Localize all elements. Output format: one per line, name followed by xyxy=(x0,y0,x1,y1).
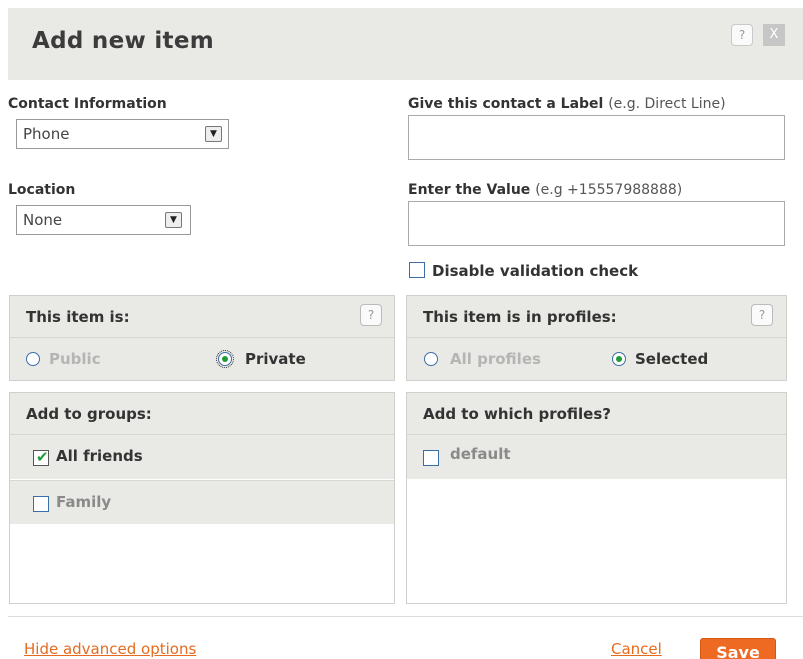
hide-advanced-options-link[interactable]: Hide advanced options xyxy=(24,640,196,658)
contact-info-label: Contact Information xyxy=(8,96,167,112)
label-field-hint: (e.g. Direct Line) xyxy=(608,96,726,112)
close-button[interactable]: X xyxy=(763,24,785,46)
profiles-panel: Add to which profiles? default xyxy=(406,392,787,604)
public-radio[interactable] xyxy=(26,352,40,366)
group-item-family[interactable]: Family xyxy=(10,480,394,524)
disable-validation-label: Disable validation check xyxy=(432,262,639,280)
profiles-scope-options-row: All profiles Selected xyxy=(407,337,786,380)
profiles-scope-help-button[interactable]: ? xyxy=(751,304,773,326)
dropdown-arrow-icon: ▼ xyxy=(165,212,182,228)
group-item-all-friends[interactable]: ✔ All friends xyxy=(10,434,394,479)
all-profiles-radio[interactable] xyxy=(424,352,438,366)
profiles-scope-panel-title: This item is in profiles: xyxy=(423,308,617,326)
default-profile-label: default xyxy=(450,445,511,463)
default-profile-checkbox[interactable] xyxy=(423,450,439,466)
private-radio-label: Private xyxy=(245,350,306,368)
groups-panel-title: Add to groups: xyxy=(26,405,152,423)
location-label: Location xyxy=(8,182,76,198)
disable-validation-checkbox[interactable] xyxy=(409,262,425,278)
label-field-label: Give this contact a Label (e.g. Direct L… xyxy=(408,96,726,112)
visibility-help-button[interactable]: ? xyxy=(360,304,382,326)
value-input[interactable] xyxy=(408,201,785,246)
selected-profiles-radio[interactable] xyxy=(612,352,626,366)
location-select[interactable]: None ▼ xyxy=(16,205,191,235)
footer-divider xyxy=(8,616,803,617)
selected-profiles-radio-label: Selected xyxy=(635,350,709,368)
profiles-panel-title: Add to which profiles? xyxy=(423,405,611,423)
all-friends-label: All friends xyxy=(56,447,143,465)
visibility-panel-title: This item is: xyxy=(26,308,130,326)
profiles-scope-panel: This item is in profiles: ? All profiles… xyxy=(406,295,787,381)
help-button[interactable]: ? xyxy=(731,24,753,46)
profile-item-default[interactable]: default xyxy=(407,434,786,479)
value-field-label: Enter the Value (e.g +15557988888) xyxy=(408,182,682,198)
visibility-panel: This item is: ? Public Private xyxy=(9,295,395,381)
dialog-header: Add new item ? X xyxy=(8,8,803,80)
family-label: Family xyxy=(56,493,112,511)
all-profiles-radio-label: All profiles xyxy=(450,350,541,368)
contact-type-select[interactable]: Phone ▼ xyxy=(16,119,229,149)
all-friends-checkbox[interactable]: ✔ xyxy=(33,448,49,466)
private-radio[interactable] xyxy=(216,350,234,368)
checkmark-icon: ✔ xyxy=(36,448,49,466)
value-field-hint: (e.g +15557988888) xyxy=(535,182,683,198)
value-field-title: Enter the Value xyxy=(408,182,531,198)
cancel-link[interactable]: Cancel xyxy=(611,640,662,658)
visibility-options-row: Public Private xyxy=(10,337,394,380)
location-value: None xyxy=(23,211,63,229)
groups-panel: Add to groups: ✔ All friends Family xyxy=(9,392,395,604)
dialog-title: Add new item xyxy=(32,28,215,54)
dropdown-arrow-icon: ▼ xyxy=(205,126,222,142)
add-item-dialog: Add new item ? X Contact Information Pho… xyxy=(8,8,803,659)
public-radio-label: Public xyxy=(49,350,101,368)
contact-type-value: Phone xyxy=(23,125,70,143)
label-input[interactable] xyxy=(408,115,785,160)
family-checkbox[interactable] xyxy=(33,496,49,512)
label-field-title: Give this contact a Label xyxy=(408,96,604,112)
save-button[interactable]: Save xyxy=(700,638,776,659)
